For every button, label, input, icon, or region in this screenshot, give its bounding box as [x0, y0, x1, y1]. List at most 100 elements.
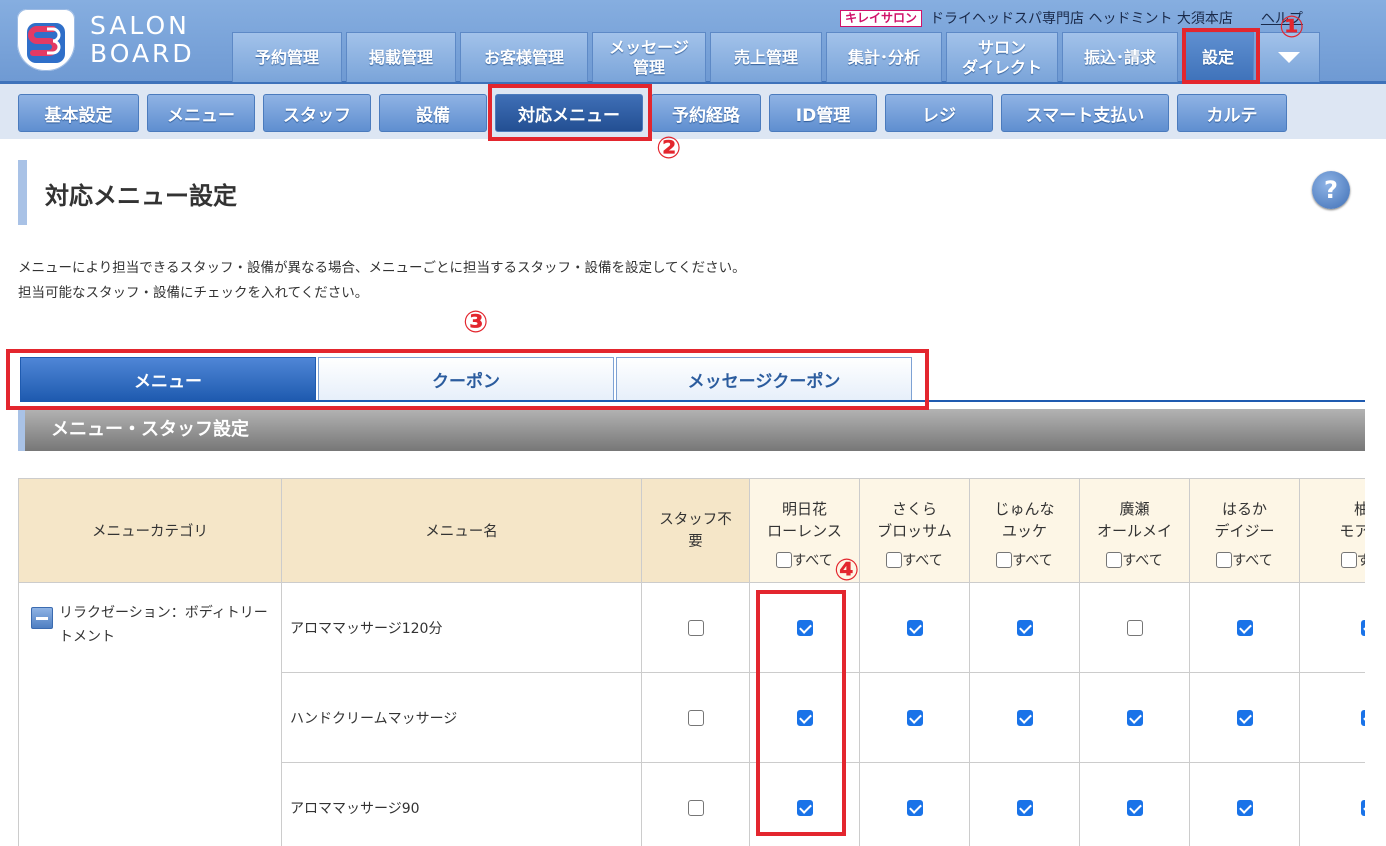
- subtab-basic-settings[interactable]: 基本設定: [18, 94, 139, 132]
- staff-check-cell: [1079, 672, 1190, 763]
- staff-check-cell: [969, 762, 1080, 846]
- no-staff-checkbox[interactable]: [687, 799, 704, 816]
- staff-checkbox[interactable]: [1236, 619, 1253, 636]
- staff-checkbox[interactable]: [1236, 709, 1253, 726]
- staff-name-line2: ブロッサム: [877, 521, 952, 540]
- nav-tab-customer[interactable]: お客様管理: [460, 32, 588, 82]
- annotation-number-2: ②: [656, 131, 682, 166]
- staff-check-cell: [1189, 672, 1300, 763]
- help-question-icon[interactable]: ?: [1312, 171, 1350, 209]
- annotation-box-tabs: [6, 349, 929, 410]
- nav-tab-billing[interactable]: 振込･請求: [1062, 32, 1178, 82]
- kirei-salon-badge: キレイサロン: [840, 9, 923, 27]
- annotation-number-1: ①: [1279, 10, 1305, 45]
- staff-checkbox[interactable]: [1016, 619, 1033, 636]
- staff-check-cell: [859, 672, 970, 763]
- staff-check-cell: [1299, 582, 1365, 673]
- staff-check-cell: [1189, 582, 1300, 673]
- collapse-minus-icon[interactable]: [31, 607, 53, 629]
- select-all-checkbox[interactable]: [886, 551, 903, 568]
- subtab-chart[interactable]: カルテ: [1177, 94, 1287, 132]
- staff-checkbox[interactable]: [906, 799, 923, 816]
- staff-name-line1: 明日花: [781, 499, 827, 518]
- subtab-booking-route[interactable]: 予約経路: [651, 94, 761, 132]
- staff-name-line1: 廣瀬: [1119, 499, 1150, 518]
- staff-checkbox[interactable]: [1361, 799, 1365, 816]
- nav-tab-message[interactable]: メッセージ 管理: [592, 32, 706, 82]
- header-menu-category: メニューカテゴリ: [18, 478, 282, 583]
- select-all-checkbox[interactable]: [1216, 551, 1233, 568]
- staff-check-cell: [1299, 762, 1365, 846]
- select-all-label: すべて: [792, 552, 833, 569]
- staff-name-line2: ユッケ: [1001, 521, 1047, 540]
- staff-checkbox[interactable]: [1361, 709, 1365, 726]
- title-accent-bar: [18, 160, 27, 225]
- no-staff-checkbox[interactable]: [687, 619, 704, 636]
- staff-check-cell: [859, 582, 970, 673]
- staff-column-header: じゅんな ユッケ すべて: [969, 478, 1080, 583]
- shop-name: ドライヘッドスパ専門店 ヘッドミント 大須本店: [930, 11, 1233, 27]
- staff-name-line2: ローレンス: [767, 521, 842, 540]
- sub-nav: 基本設定 メニュー スタッフ 設備 対応メニュー 予約経路 ID管理 レジ スマ…: [18, 94, 1295, 132]
- staff-name-line1: はるか: [1221, 499, 1267, 518]
- staff-check-cell: [1079, 762, 1190, 846]
- staff-checkbox[interactable]: [1016, 709, 1033, 726]
- section-header: メニュー・スタッフ設定: [18, 409, 1365, 451]
- subtab-menu[interactable]: メニュー: [147, 94, 255, 132]
- staff-checkbox[interactable]: [1126, 799, 1143, 816]
- staff-checkbox[interactable]: [1236, 799, 1253, 816]
- select-all-checkbox[interactable]: [1106, 551, 1123, 568]
- header-no-staff: スタッフ不要: [641, 478, 750, 583]
- select-all-checkbox[interactable]: [996, 551, 1013, 568]
- staff-checkbox[interactable]: [1016, 799, 1033, 816]
- staff-check-cell: [969, 672, 1080, 763]
- description-line-2: 担当可能なスタッフ・設備にチェックを入れてください。: [18, 285, 369, 301]
- subtab-staff[interactable]: スタッフ: [263, 94, 371, 132]
- staff-name-line1: さくら: [891, 499, 937, 518]
- no-staff-cell: [641, 762, 750, 846]
- nav-tab-sales[interactable]: 売上管理: [710, 32, 822, 82]
- salonboard-logo-icon[interactable]: [17, 9, 75, 71]
- staff-checkbox[interactable]: [906, 619, 923, 636]
- nav-tab-salon-direct[interactable]: サロン ダイレクト: [946, 32, 1058, 82]
- subtab-id-management[interactable]: ID管理: [769, 94, 877, 132]
- staff-name-line1: 柚希: [1353, 499, 1365, 518]
- subnav-bar: 基本設定 メニュー スタッフ 設備 対応メニュー 予約経路 ID管理 レジ スマ…: [0, 84, 1386, 139]
- subtab-smart-payment[interactable]: スマート支払い: [1001, 94, 1169, 132]
- staff-checkbox[interactable]: [1126, 619, 1143, 636]
- staff-check-cell: [859, 762, 970, 846]
- staff-name-line2: オールメイ: [1096, 521, 1172, 540]
- select-all-label: すべて: [902, 552, 943, 569]
- brand-line-1: SALON: [90, 11, 190, 40]
- menu-name-cell: アロママッサージ120分: [281, 582, 642, 673]
- staff-check-cell: [1079, 582, 1190, 673]
- menu-name-cell: ハンドクリームマッサージ: [281, 672, 642, 763]
- brand-logo-text: SALON BOARD: [90, 12, 210, 68]
- staff-checkbox[interactable]: [906, 709, 923, 726]
- select-all-checkbox[interactable]: [1340, 551, 1357, 568]
- select-all-checkbox[interactable]: [776, 551, 793, 568]
- select-all-label: すべて: [1232, 552, 1273, 569]
- subtab-register[interactable]: レジ: [885, 94, 993, 132]
- app-header: SALON BOARD キレイサロン ドライヘッドスパ専門店 ヘッドミント 大須…: [0, 0, 1386, 84]
- staff-column-header: はるか デイジー すべて: [1189, 478, 1300, 583]
- staff-checkbox[interactable]: [1361, 619, 1365, 636]
- page-title: 対応メニュー設定: [45, 182, 237, 210]
- no-staff-checkbox[interactable]: [687, 709, 704, 726]
- staff-menu-table-wrapper[interactable]: メニューカテゴリ メニュー名 スタッフ不要 明日花ローレンス すべて さくらブロ…: [18, 478, 1365, 846]
- subtab-equipment[interactable]: 設備: [379, 94, 487, 132]
- nav-tab-reservation[interactable]: 予約管理: [232, 32, 342, 82]
- staff-check-cell: [1189, 762, 1300, 846]
- staff-checkbox[interactable]: [1126, 709, 1143, 726]
- account-bar: キレイサロン ドライヘッドスパ専門店 ヘッドミント 大須本店 ヘルプ: [840, 8, 1303, 28]
- nav-tab-analytics[interactable]: 集計･分析: [826, 32, 942, 82]
- annotation-box-supported-menu: [488, 84, 652, 141]
- annotation-box-staff-column: [756, 590, 846, 836]
- nav-tab-listing[interactable]: 掲載管理: [346, 32, 456, 82]
- header-menu-name: メニュー名: [281, 478, 642, 583]
- triangle-down-icon: [1278, 52, 1300, 63]
- annotation-number-4: ④: [834, 553, 860, 588]
- table-row: リラクゼーション：ボディトリートメント アロママッサージ120分: [18, 582, 1365, 846]
- select-all-label: すべて: [1356, 552, 1365, 569]
- staff-name-line1: じゅんな: [994, 499, 1055, 518]
